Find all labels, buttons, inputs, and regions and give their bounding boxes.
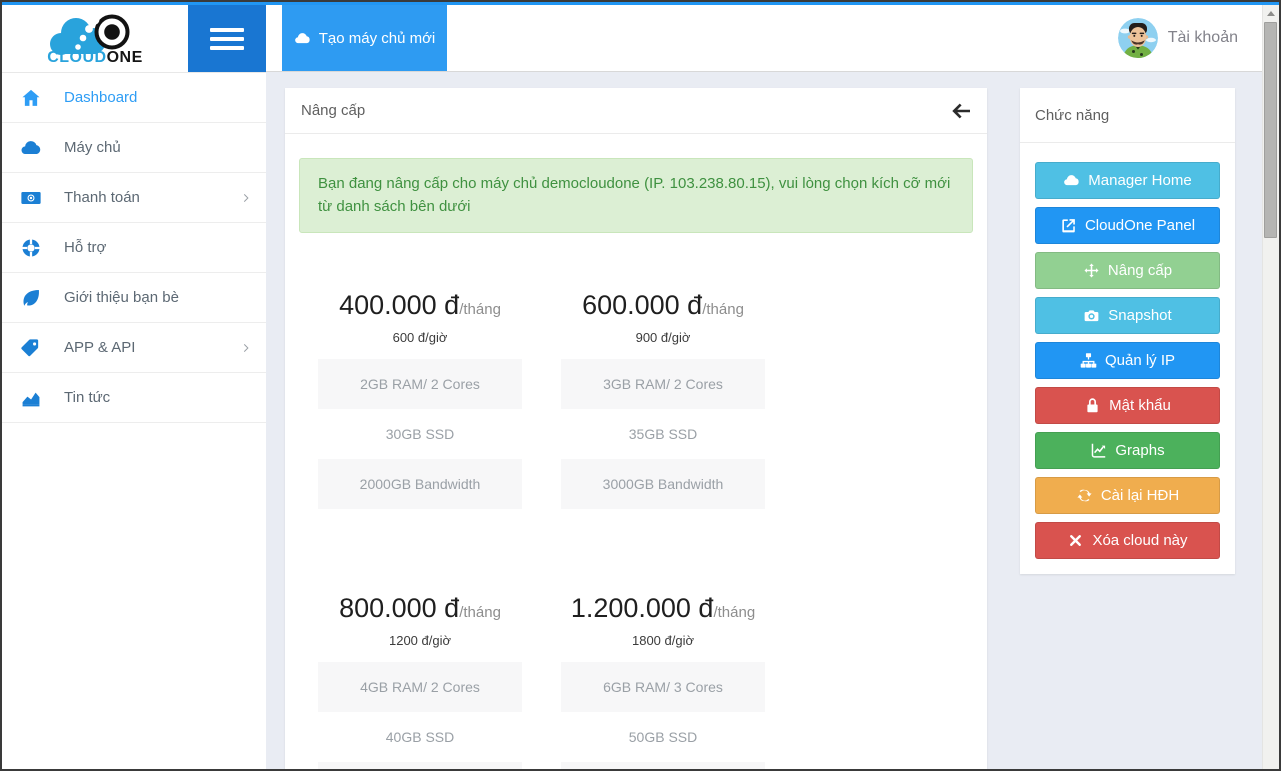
top-accent-strip (2, 2, 1279, 5)
plan-card[interactable]: 600.000 đ/tháng 900 đ/giờ 3GB RAM/ 2 Cor… (561, 290, 765, 509)
hamburger-icon (210, 28, 244, 32)
actions-panel-title: Chức năng (1020, 88, 1235, 143)
tag-icon (20, 337, 42, 359)
lock-icon (1084, 397, 1101, 414)
plan-spec-ssd[interactable]: 35GB SSD (561, 409, 765, 459)
sidebar: CLOUDONE Dashboard Máy chủ Thanh toán (2, 5, 266, 769)
user-avatar (1118, 18, 1158, 58)
home-icon (20, 87, 42, 109)
content-area: Nâng cấp Bạn đang nâng cấp cho máy chủ d… (266, 72, 1262, 769)
plans-row-2: 800.000 đ/tháng 1200 đ/giờ 4GB RAM/ 2 Co… (285, 593, 987, 770)
move-icon (1083, 262, 1100, 279)
sidebar-toggle-button[interactable] (188, 5, 266, 72)
cloud-icon (20, 137, 42, 159)
external-link-icon (1060, 217, 1077, 234)
plan-hourly-price: 900 đ/giờ (561, 330, 765, 345)
account-menu[interactable]: Tài khoản (1118, 5, 1238, 71)
plan-specs: 2GB RAM/ 2 Cores 30GB SSD 2000GB Bandwid… (318, 359, 522, 509)
upgrade-panel: Nâng cấp Bạn đang nâng cấp cho máy chủ d… (285, 88, 987, 769)
plan-spec-ssd[interactable]: 50GB SSD (561, 712, 765, 762)
page-title: Nâng cấp (301, 102, 365, 119)
page-scrollbar[interactable] (1262, 5, 1279, 769)
area-chart-icon (20, 387, 42, 409)
scrollbar-thumb[interactable] (1264, 22, 1277, 238)
brand-name: CLOUDONE (47, 50, 143, 66)
cloudone-panel-button[interactable]: CloudOne Panel (1035, 207, 1220, 244)
plan-spec-bandwidth[interactable]: 6000GB Bandwidth (561, 762, 765, 770)
plan-price: 600.000 đ/tháng (561, 290, 765, 321)
plan-specs: 6GB RAM/ 3 Cores 50GB SSD 6000GB Bandwid… (561, 662, 765, 770)
account-label: Tài khoản (1168, 29, 1238, 47)
upgrade-button[interactable]: Nâng cấp (1035, 252, 1220, 289)
app-window: CLOUDONE Dashboard Máy chủ Thanh toán (0, 0, 1281, 771)
chart-line-icon (1090, 442, 1107, 459)
plan-specs: 4GB RAM/ 2 Cores 40GB SSD 4000GB Bandwid… (318, 662, 522, 770)
plan-hourly-price: 1800 đ/giờ (561, 633, 765, 648)
sidebar-item-ho-tro[interactable]: Hỗ trợ (2, 223, 266, 273)
plan-card[interactable]: 400.000 đ/tháng 600 đ/giờ 2GB RAM/ 2 Cor… (318, 290, 522, 509)
plan-hourly-price: 600 đ/giờ (318, 330, 522, 345)
plan-spec-bandwidth[interactable]: 2000GB Bandwidth (318, 459, 522, 509)
plan-spec-bandwidth[interactable]: 4000GB Bandwidth (318, 762, 522, 770)
camera-icon (1083, 307, 1100, 324)
chevron-right-icon (239, 191, 253, 205)
refresh-icon (1076, 487, 1093, 504)
manager-home-button[interactable]: Manager Home (1035, 162, 1220, 199)
plan-price: 1.200.000 đ/tháng (561, 593, 765, 624)
actions-panel: Chức năng Manager Home CloudOne Panel (1020, 88, 1235, 574)
plan-spec-ram[interactable]: 6GB RAM/ 3 Cores (561, 662, 765, 712)
sidebar-item-may-chu[interactable]: Máy chủ (2, 123, 266, 173)
plan-specs: 3GB RAM/ 2 Cores 35GB SSD 3000GB Bandwid… (561, 359, 765, 509)
actions-list: Manager Home CloudOne Panel Nâng cấp (1020, 143, 1235, 559)
sidebar-item-thanh-toan[interactable]: Thanh toán (2, 173, 266, 223)
sitemap-icon (1080, 352, 1097, 369)
money-icon (20, 187, 42, 209)
brand-logo[interactable]: CLOUDONE (2, 5, 188, 72)
delete-cloud-button[interactable]: Xóa cloud này (1035, 522, 1220, 559)
sidebar-item-dashboard[interactable]: Dashboard (2, 73, 266, 123)
manage-ip-button[interactable]: Quản lý IP (1035, 342, 1220, 379)
plan-spec-bandwidth[interactable]: 3000GB Bandwidth (561, 459, 765, 509)
life-ring-icon (20, 237, 42, 259)
reinstall-os-button[interactable]: Cài lại HĐH (1035, 477, 1220, 514)
plans-row-1: 400.000 đ/tháng 600 đ/giờ 2GB RAM/ 2 Cor… (285, 290, 987, 509)
upgrade-panel-header: Nâng cấp (285, 88, 987, 134)
chevron-right-icon (239, 341, 253, 355)
x-icon (1067, 532, 1084, 549)
password-button[interactable]: Mật khẩu (1035, 387, 1220, 424)
plan-spec-ram[interactable]: 4GB RAM/ 2 Cores (318, 662, 522, 712)
leaf-icon (20, 287, 42, 309)
plan-price: 400.000 đ/tháng (318, 290, 522, 321)
plan-spec-ram[interactable]: 2GB RAM/ 2 Cores (318, 359, 522, 409)
back-arrow-icon[interactable] (949, 99, 973, 123)
sidebar-item-gioi-thieu-ban-be[interactable]: Giới thiệu bạn bè (2, 273, 266, 323)
plan-spec-ssd[interactable]: 40GB SSD (318, 712, 522, 762)
sidebar-item-app-api[interactable]: APP & API (2, 323, 266, 373)
scrollbar-up-arrow[interactable] (1263, 5, 1279, 22)
cloud-icon (1063, 172, 1080, 189)
snapshot-button[interactable]: Snapshot (1035, 297, 1220, 334)
plan-hourly-price: 1200 đ/giờ (318, 633, 522, 648)
create-server-button[interactable]: Tạo máy chủ mới (282, 5, 447, 71)
topbar: Tạo máy chủ mới (266, 5, 1262, 72)
plan-spec-ssd[interactable]: 30GB SSD (318, 409, 522, 459)
plan-price: 800.000 đ/tháng (318, 593, 522, 624)
sidebar-item-tin-tuc[interactable]: Tin tức (2, 373, 266, 423)
plan-spec-ram[interactable]: 3GB RAM/ 2 Cores (561, 359, 765, 409)
plan-card[interactable]: 800.000 đ/tháng 1200 đ/giờ 4GB RAM/ 2 Co… (318, 593, 522, 770)
sidebar-menu: Dashboard Máy chủ Thanh toán (2, 72, 266, 423)
cloud-icon (294, 30, 311, 47)
plan-card[interactable]: 1.200.000 đ/tháng 1800 đ/giờ 6GB RAM/ 3 … (561, 593, 765, 770)
upgrade-info-alert: Bạn đang nâng cấp cho máy chủ democloudo… (299, 158, 973, 233)
graphs-button[interactable]: Graphs (1035, 432, 1220, 469)
